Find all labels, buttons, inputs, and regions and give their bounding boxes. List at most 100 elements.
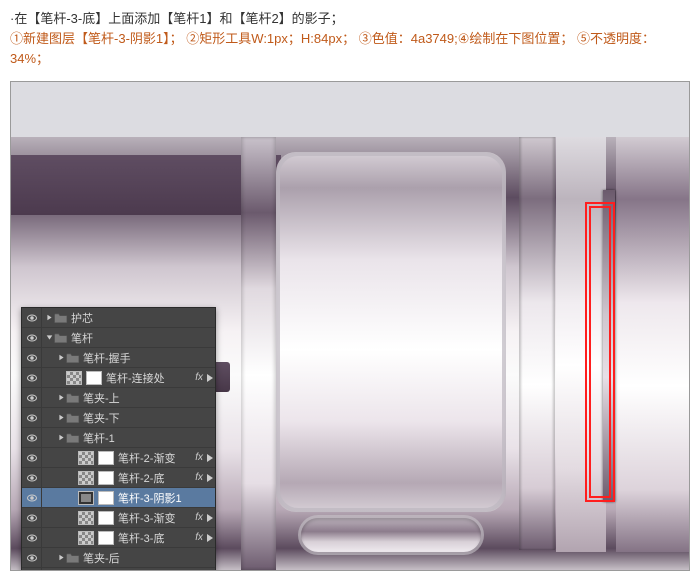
canvas-viewport: 护芯笔杆笔杆-握手笔杆-连接处fx笔夹-上笔夹-下笔杆-1笔杆-2-渐变fx笔杆… bbox=[10, 81, 690, 571]
folder-icon bbox=[66, 552, 80, 564]
layer-label: 笔杆-3-阴影1 bbox=[118, 490, 215, 506]
disclosure-triangle-icon[interactable] bbox=[56, 394, 66, 401]
art-bg-top bbox=[11, 82, 689, 137]
layer-row-main[interactable]: 笔杆-3-渐变fx bbox=[42, 508, 215, 527]
fx-disclosure-icon[interactable] bbox=[205, 533, 215, 543]
disclosure-triangle-icon[interactable] bbox=[56, 354, 66, 361]
layer-row-main[interactable]: 笔杆-3-底fx bbox=[42, 528, 215, 547]
fx-badge[interactable]: fx bbox=[195, 372, 205, 383]
fx-badge[interactable]: fx bbox=[195, 532, 205, 543]
layer-label: 笔杆-3-底 bbox=[118, 530, 195, 546]
step-4: 绘制在下图位置； bbox=[469, 31, 573, 46]
folder-icon bbox=[66, 432, 80, 444]
visibility-eye-icon[interactable] bbox=[22, 548, 42, 567]
fx-disclosure-icon[interactable] bbox=[205, 453, 215, 463]
fx-disclosure-icon[interactable] bbox=[205, 373, 215, 383]
visibility-eye-icon[interactable] bbox=[22, 408, 42, 427]
disclosure-triangle-icon[interactable] bbox=[44, 314, 54, 321]
art-seg-left-gap bbox=[241, 137, 276, 570]
layer-mask-thumbnail bbox=[98, 491, 114, 505]
layer-thumbnail bbox=[78, 531, 94, 545]
layer-label: 笔杆-连接处 bbox=[106, 370, 195, 386]
layer-label: 笔夹-后 bbox=[83, 550, 215, 566]
visibility-eye-icon[interactable] bbox=[22, 368, 42, 387]
layer-row[interactable]: 笔杆-3-底fx bbox=[22, 528, 215, 548]
layer-row-main[interactable]: 笔杆-握手 bbox=[42, 348, 215, 367]
layer-thumbnail bbox=[78, 511, 94, 525]
layer-label: 笔杆-1 bbox=[83, 430, 215, 446]
layer-row[interactable]: 护芯 bbox=[22, 308, 215, 328]
visibility-eye-icon[interactable] bbox=[22, 468, 42, 487]
layer-row[interactable]: 笔杆-2-渐变fx bbox=[22, 448, 215, 468]
visibility-eye-icon[interactable] bbox=[22, 348, 42, 367]
disclosure-triangle-icon[interactable] bbox=[56, 554, 66, 561]
step-2: 矩形工具W:1px；H:84px； bbox=[199, 31, 355, 46]
visibility-eye-icon[interactable] bbox=[22, 388, 42, 407]
layer-row-main[interactable]: 笔杆-1 bbox=[42, 428, 215, 447]
layer-row[interactable]: 笔杆-1 bbox=[22, 428, 215, 448]
fx-badge[interactable]: fx bbox=[195, 512, 205, 523]
layers-panel[interactable]: 护芯笔杆笔杆-握手笔杆-连接处fx笔夹-上笔夹-下笔杆-1笔杆-2-渐变fx笔杆… bbox=[21, 307, 216, 571]
layer-label: 笔夹-上 bbox=[83, 390, 215, 406]
layer-thumbnail bbox=[78, 471, 94, 485]
layer-row-main[interactable]: 笔杆-3-阴影1 bbox=[42, 488, 215, 507]
visibility-eye-icon[interactable] bbox=[22, 428, 42, 447]
layer-thumbnail bbox=[66, 371, 82, 385]
layer-mask-thumbnail bbox=[98, 511, 114, 525]
visibility-eye-icon[interactable] bbox=[22, 448, 42, 467]
layer-row-main[interactable]: 笔夹-上 bbox=[42, 388, 215, 407]
layer-row[interactable]: 笔杆-2-底fx bbox=[22, 468, 215, 488]
circ-1: ① bbox=[10, 31, 23, 46]
disclosure-triangle-icon[interactable] bbox=[56, 414, 66, 421]
layer-row[interactable]: 笔夹-后 bbox=[22, 548, 215, 568]
layer-row-main[interactable]: 笔杆-2-底fx bbox=[42, 468, 215, 487]
circ-3: ③ bbox=[359, 31, 372, 46]
fx-badge[interactable]: fx bbox=[195, 452, 205, 463]
fx-disclosure-icon[interactable] bbox=[205, 513, 215, 523]
art-seg-mid-body bbox=[276, 152, 506, 512]
layer-row-main[interactable]: 笔杆 bbox=[42, 328, 215, 347]
layer-thumbnail bbox=[78, 451, 94, 465]
fx-badge[interactable]: fx bbox=[195, 472, 205, 483]
layer-label: 笔杆-3-渐变 bbox=[118, 510, 195, 526]
circ-4: ④ bbox=[458, 31, 470, 46]
layer-label: 笔杆-2-渐变 bbox=[118, 450, 195, 466]
layer-row-main[interactable]: 笔杆-2-渐变fx bbox=[42, 448, 215, 467]
layer-row-main[interactable]: 笔夹-下 bbox=[42, 408, 215, 427]
layer-label: 笔夹-下 bbox=[83, 410, 215, 426]
visibility-eye-icon[interactable] bbox=[22, 328, 42, 347]
layer-row[interactable]: 笔杆-3-渐变fx bbox=[22, 508, 215, 528]
layer-row-main[interactable]: 护芯 bbox=[42, 308, 215, 327]
layer-row-main[interactable]: 笔杆-连接处fx bbox=[42, 368, 215, 387]
step-1: 新建图层【笔杆-3-阴影1】； bbox=[23, 31, 183, 46]
layer-row[interactable]: 笔杆-握手 bbox=[22, 348, 215, 368]
steps-line: ①新建图层【笔杆-3-阴影1】； ②矩形工具W:1px；H:84px； ③色值：… bbox=[0, 29, 700, 75]
layer-row[interactable]: 笔杆-3-阴影1 bbox=[22, 488, 215, 508]
folder-icon bbox=[54, 332, 68, 344]
layer-thumbnail bbox=[78, 491, 94, 505]
layer-label: 笔杆 bbox=[71, 330, 215, 346]
disclosure-triangle-icon[interactable] bbox=[44, 334, 54, 341]
art-pill bbox=[301, 518, 481, 552]
layer-row[interactable]: 笔夹-上 bbox=[22, 388, 215, 408]
step-3: 色值：4a3749; bbox=[372, 31, 458, 46]
disclosure-triangle-icon[interactable] bbox=[56, 434, 66, 441]
folder-icon bbox=[66, 412, 80, 424]
folder-icon bbox=[54, 312, 68, 324]
folder-icon bbox=[66, 352, 80, 364]
layer-row[interactable]: 笔杆-连接处fx bbox=[22, 368, 215, 388]
circ-2: ② bbox=[186, 31, 199, 46]
layer-mask-thumbnail bbox=[86, 371, 102, 385]
visibility-eye-icon[interactable] bbox=[22, 508, 42, 527]
layer-mask-thumbnail bbox=[98, 531, 114, 545]
layer-label: 护芯 bbox=[71, 310, 215, 326]
intro-text: ·在【笔杆-3-底】上面添加【笔杆1】和【笔杆2】的影子； bbox=[10, 11, 344, 26]
visibility-eye-icon[interactable] bbox=[22, 308, 42, 327]
visibility-eye-icon[interactable] bbox=[22, 488, 42, 507]
fx-disclosure-icon[interactable] bbox=[205, 473, 215, 483]
visibility-eye-icon[interactable] bbox=[22, 528, 42, 547]
layer-row[interactable]: 笔夹-下 bbox=[22, 408, 215, 428]
layer-row[interactable]: 笔杆 bbox=[22, 328, 215, 348]
layer-mask-thumbnail bbox=[98, 451, 114, 465]
layer-row-main[interactable]: 笔夹-后 bbox=[42, 548, 215, 567]
